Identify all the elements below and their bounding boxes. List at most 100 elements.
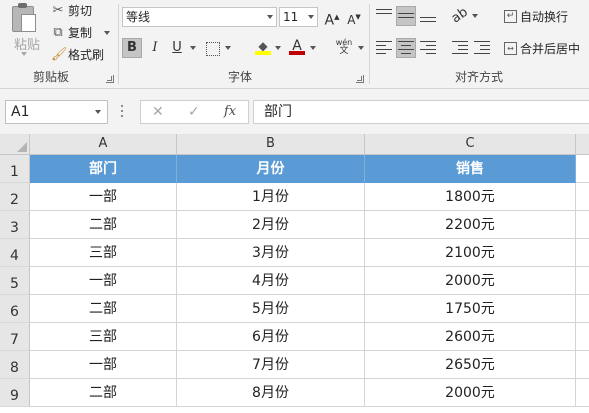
orientation-dropdown-arrow[interactable]	[472, 14, 478, 18]
table-cell[interactable]	[576, 155, 589, 183]
bottom-align-button[interactable]	[418, 6, 438, 26]
table-cell[interactable]	[576, 295, 589, 323]
table-cell[interactable]: 一部	[30, 267, 177, 295]
insert-function-icon[interactable]: fx	[224, 103, 236, 121]
row-header[interactable]: 5	[0, 267, 30, 295]
table-cell[interactable]: 5月份	[177, 295, 365, 323]
font-size-select[interactable]: 11	[279, 7, 318, 27]
cell-b1[interactable]: 月份	[177, 155, 365, 183]
paste-label: 粘贴	[14, 38, 41, 53]
paste-dropdown-arrow[interactable]	[21, 52, 27, 56]
row-header[interactable]: 7	[0, 323, 30, 351]
phonetic-guide-button[interactable]: wén 文	[331, 36, 357, 56]
name-box-value: A1	[11, 104, 30, 120]
fill-color-button[interactable]: ◆	[253, 36, 273, 56]
table-cell[interactable]: 2600元	[365, 323, 576, 351]
bold-button[interactable]: B	[122, 38, 142, 58]
column-header-b[interactable]: B	[177, 134, 365, 155]
row-header[interactable]: 1	[0, 155, 30, 183]
table-cell[interactable]: 三部	[30, 239, 177, 267]
format-painter-button[interactable]: 🖌 格式刷	[51, 46, 104, 63]
cell-a1[interactable]: 部门	[30, 155, 177, 183]
cell-c1[interactable]: 销售	[365, 155, 576, 183]
borders-button[interactable]	[203, 38, 223, 58]
table-cell[interactable]: 2月份	[177, 211, 365, 239]
table-cell[interactable]: 二部	[30, 379, 177, 407]
top-align-button[interactable]	[374, 6, 394, 26]
table-cell[interactable]: 二部	[30, 211, 177, 239]
italic-button[interactable]: I	[145, 38, 165, 58]
row-header[interactable]: 4	[0, 239, 30, 267]
clipboard-dialog-launcher-icon[interactable]	[106, 75, 114, 83]
column-header-c[interactable]: C	[365, 134, 576, 155]
table-cell[interactable]: 2650元	[365, 351, 576, 379]
table-cell[interactable]	[576, 267, 589, 295]
cancel-icon[interactable]: ✕	[152, 103, 164, 121]
decrease-indent-button[interactable]	[450, 38, 470, 58]
orientation-button[interactable]: ab	[449, 5, 471, 27]
increase-indent-button[interactable]	[472, 38, 492, 58]
font-name-select[interactable]: 等线	[122, 7, 277, 27]
table-cell[interactable]: 二部	[30, 295, 177, 323]
enter-icon[interactable]: ✓	[188, 103, 200, 121]
row-header[interactable]: 2	[0, 183, 30, 211]
table-cell[interactable]: 一部	[30, 351, 177, 379]
font-name-value: 等线	[126, 10, 151, 24]
table-cell[interactable]: 2200元	[365, 211, 576, 239]
table-cell[interactable]	[576, 239, 589, 267]
table-cell[interactable]: 3月份	[177, 239, 365, 267]
paste-button[interactable]	[10, 2, 36, 32]
wrap-text-button[interactable]: ↵ 自动换行	[504, 8, 568, 25]
align-left-button[interactable]	[374, 38, 394, 58]
table-cell[interactable]	[576, 183, 589, 211]
column-header-a[interactable]: A	[30, 134, 177, 155]
decrease-font-size-button[interactable]: A▼	[344, 7, 364, 27]
table-cell[interactable]	[576, 323, 589, 351]
name-box[interactable]: A1	[5, 100, 108, 124]
font-dialog-launcher-icon[interactable]	[356, 75, 364, 83]
copy-label: 复制	[68, 26, 93, 40]
underline-dropdown-arrow[interactable]	[190, 46, 196, 50]
increase-font-size-button[interactable]: A▲	[322, 7, 342, 29]
row-header[interactable]: 8	[0, 351, 30, 379]
table-cell[interactable]: 7月份	[177, 351, 365, 379]
font-color-dropdown-arrow[interactable]	[310, 46, 316, 50]
align-right-button[interactable]	[418, 38, 438, 58]
grow-font-icon: A	[324, 12, 335, 29]
formula-input[interactable]: 部门	[253, 100, 589, 124]
middle-align-button[interactable]	[396, 6, 416, 26]
row-header[interactable]: 6	[0, 295, 30, 323]
table-cell[interactable]	[576, 351, 589, 379]
copy-dropdown-arrow[interactable]	[104, 31, 110, 35]
chevron-down-icon	[308, 15, 314, 19]
table-cell[interactable]: 1800元	[365, 183, 576, 211]
table-cell[interactable]	[576, 211, 589, 239]
resize-handle-icon[interactable]	[121, 105, 124, 119]
row-header[interactable]: 3	[0, 211, 30, 239]
table-cell[interactable]: 2100元	[365, 239, 576, 267]
font-color-button[interactable]: A	[287, 36, 307, 56]
borders-dropdown-arrow[interactable]	[225, 46, 231, 50]
row-header[interactable]: 9	[0, 379, 30, 407]
table-cell[interactable]: 1750元	[365, 295, 576, 323]
table-cell[interactable]: 2000元	[365, 379, 576, 407]
table-cell[interactable]: 一部	[30, 183, 177, 211]
table-cell[interactable]	[576, 379, 589, 407]
phonetic-dropdown-arrow[interactable]	[358, 46, 364, 50]
align-center-button[interactable]	[396, 38, 416, 58]
table-cell[interactable]: 8月份	[177, 379, 365, 407]
column-header-d[interactable]	[576, 134, 589, 155]
copy-button[interactable]: ⧉ 复制	[51, 24, 92, 41]
table-cell[interactable]: 4月份	[177, 267, 365, 295]
table-cell[interactable]: 2000元	[365, 267, 576, 295]
fill-color-dropdown-arrow[interactable]	[275, 46, 281, 50]
merge-center-label: 合并后居中	[520, 42, 581, 56]
table-cell[interactable]: 1月份	[177, 183, 365, 211]
cut-button[interactable]: ✂ 剪切	[51, 2, 92, 19]
alignment-group-label: 对齐方式	[455, 70, 504, 84]
merge-center-button[interactable]: ↔ 合并后居中	[504, 40, 580, 57]
select-all-button[interactable]	[0, 134, 30, 155]
underline-button[interactable]: U	[167, 38, 187, 58]
table-cell[interactable]: 6月份	[177, 323, 365, 351]
table-cell[interactable]: 三部	[30, 323, 177, 351]
